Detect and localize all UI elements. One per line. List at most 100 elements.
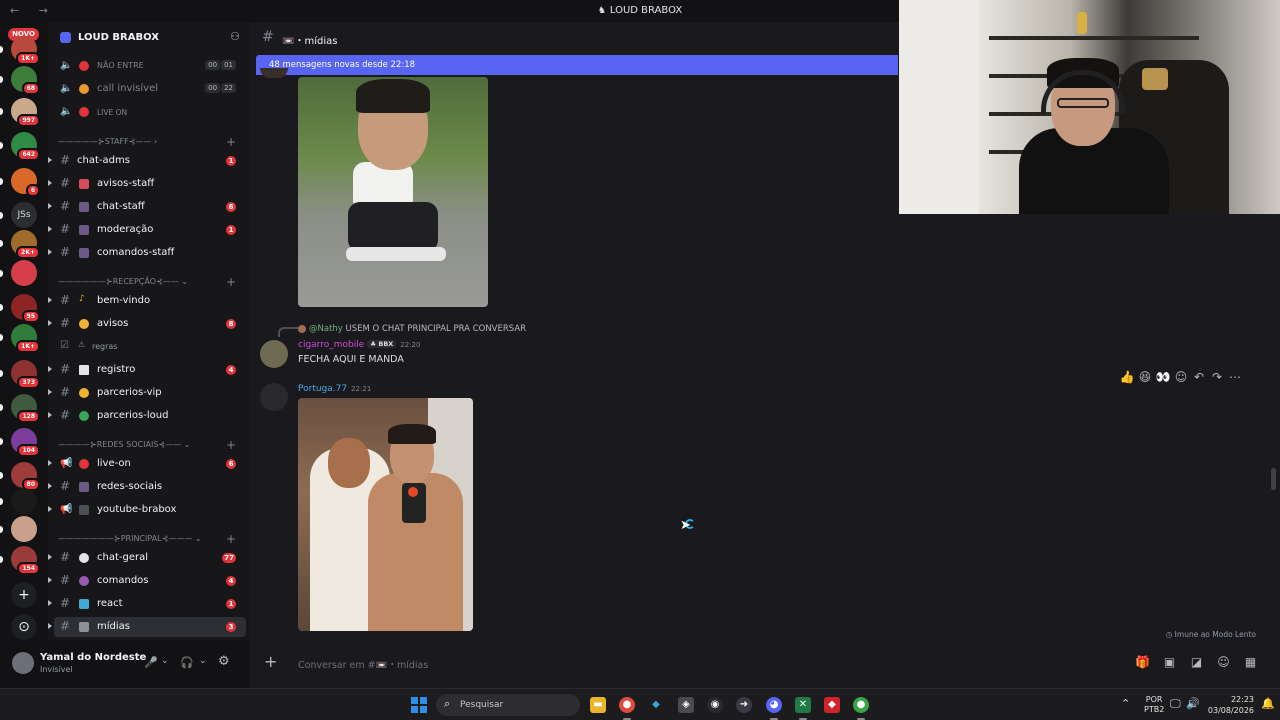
gif-icon[interactable]: ▣: [1156, 655, 1183, 669]
channel-comandos[interactable]: # comandos 4: [48, 571, 246, 591]
clock[interactable]: 22:23 03/08/2026: [1206, 694, 1254, 716]
notification-bell-icon[interactable]: 🔔: [1261, 697, 1275, 710]
apps-icon[interactable]: ▦: [1237, 655, 1264, 669]
voice-channel-call-invisivel[interactable]: 🔈 call invisível 00 22: [54, 79, 246, 99]
headphones-icon[interactable]: 🎧: [180, 656, 194, 669]
channel-regras[interactable]: ☑ ⚠ regras: [54, 337, 246, 357]
channel-comandos-staff[interactable]: # comandos-staff: [48, 243, 246, 263]
server-icon[interactable]: 128: [11, 394, 40, 423]
channel-live-on[interactable]: 📢 live-on 6: [48, 454, 246, 474]
add-channel-icon[interactable]: +: [226, 532, 236, 546]
avatar[interactable]: [260, 68, 288, 78]
gift-icon[interactable]: 🎁: [1129, 655, 1156, 669]
username[interactable]: Yamal do Nordeste: [40, 652, 146, 663]
add-channel-icon[interactable]: +: [226, 438, 236, 452]
server-icon[interactable]: 80: [11, 462, 40, 491]
add-channel-icon[interactable]: +: [226, 275, 236, 289]
attach-plus-icon[interactable]: +: [264, 652, 277, 671]
add-reaction-icon[interactable]: ☺: [1172, 370, 1190, 384]
channel-midias[interactable]: # mídias 3: [48, 617, 246, 637]
volume-icon[interactable]: 🔊: [1186, 697, 1200, 710]
microphone-icon[interactable]: 🎤: [144, 656, 158, 669]
channel-moderacao[interactable]: # moderação 1: [48, 220, 246, 240]
chevron-up-icon[interactable]: ⌃: [1121, 697, 1130, 710]
chevron-down-icon[interactable]: ⌄: [161, 656, 169, 666]
server-header[interactable]: LOUD BRABOX ⌄ ⚇: [48, 22, 250, 54]
taskbar-search[interactable]: ⌕ Pesquisar: [436, 694, 580, 716]
add-channel-icon[interactable]: +: [226, 135, 236, 149]
video-app-icon[interactable]: ◆: [824, 697, 840, 713]
channel-chat-staff[interactable]: # chat-staff 6: [48, 197, 246, 217]
emoji-icon[interactable]: ☺: [1210, 655, 1237, 669]
network-icon[interactable]: 🖵: [1170, 697, 1181, 711]
channel-parcerios-loud[interactable]: # parcerios-loud: [48, 406, 246, 426]
server-icon[interactable]: [11, 260, 37, 286]
server-icon[interactable]: 1K+: [11, 36, 40, 65]
channel-bem-vindo[interactable]: # ♪ bem-vindo: [48, 291, 246, 311]
obs-icon[interactable]: ◉: [707, 697, 723, 713]
reply-icon[interactable]: ↶: [1190, 370, 1208, 384]
terminal-icon[interactable]: ✕: [795, 697, 811, 720]
gear-icon[interactable]: ⚙: [218, 654, 230, 669]
voice-channel-live-on[interactable]: 🔈 LIVE ON: [54, 102, 246, 122]
laugh-icon[interactable]: 😆: [1136, 370, 1154, 384]
reply-preview[interactable]: @Nathy USEM O CHAT PRINCIPAL PRA CONVERS…: [298, 324, 526, 334]
file-explorer-icon[interactable]: ▬: [590, 697, 606, 713]
server-icon[interactable]: JSs: [11, 202, 37, 228]
category-redes-sociais[interactable]: ————⊱REDES SOCIAIS⊰—— ⌄ +: [58, 438, 246, 454]
chrome-icon[interactable]: ●: [619, 697, 635, 720]
avatar[interactable]: [260, 340, 288, 368]
category-recepcao[interactable]: ——————⊱RECEPÇÃO⊰—— ⌄ +: [58, 275, 246, 291]
server-icon[interactable]: 154: [11, 546, 40, 575]
channel-redes-sociais[interactable]: # redes-sociais: [48, 477, 246, 497]
channel-youtube-brabox[interactable]: 📢 youtube-brabox: [48, 500, 246, 520]
more-options-icon[interactable]: ⋯: [1226, 370, 1244, 384]
server-icon[interactable]: 104: [11, 428, 40, 457]
server-icon[interactable]: 1K+: [11, 324, 40, 353]
image-attachment[interactable]: [298, 398, 473, 631]
channel-parcerios-vip[interactable]: # parcerios-vip: [48, 383, 246, 403]
server-icon[interactable]: 6: [11, 168, 40, 197]
new-messages-banner[interactable]: 48 mensagens novas desde 22:18: [256, 55, 898, 75]
sticker-icon[interactable]: ◪: [1183, 655, 1210, 669]
channel-avisos-staff[interactable]: # avisos-staff: [48, 174, 246, 194]
server-icon[interactable]: 68: [11, 66, 40, 95]
server-icon[interactable]: 642: [11, 132, 40, 161]
image-attachment[interactable]: [298, 77, 488, 307]
channel-chat-adms[interactable]: # chat-adms 1: [48, 151, 246, 171]
discover-icon[interactable]: ⊙: [11, 614, 37, 640]
category-staff[interactable]: —————⊱STAFF⊰—— › +: [58, 135, 246, 151]
cube-app-icon[interactable]: ◈: [678, 697, 694, 713]
message-input[interactable]: Conversar em #📼・mídias: [298, 657, 428, 671]
add-server-icon[interactable]: +: [11, 582, 37, 608]
server-icon[interactable]: [11, 488, 37, 514]
language-indicator[interactable]: POR PTB2: [1144, 695, 1164, 715]
eyes-icon[interactable]: 👀: [1154, 370, 1172, 384]
channel-react[interactable]: # react 1: [48, 594, 246, 614]
channel-registro[interactable]: # registro 4: [48, 360, 246, 380]
server-icon[interactable]: 95: [11, 294, 40, 323]
server-icon[interactable]: 373: [11, 360, 40, 389]
windows-start-icon[interactable]: [411, 697, 427, 713]
hash-icon: #: [60, 222, 71, 236]
channel-chat-geral[interactable]: # chat-geral 77: [48, 548, 246, 568]
scrollbar[interactable]: [1271, 468, 1276, 490]
discord-icon[interactable]: ◕: [766, 697, 782, 720]
server-icon[interactable]: 2K+: [11, 230, 40, 259]
avatar[interactable]: [260, 383, 288, 411]
app-icon[interactable]: ◆: [648, 697, 664, 713]
server-icon[interactable]: [11, 516, 37, 542]
chevron-down-icon[interactable]: ⌄: [199, 656, 207, 666]
category-principal[interactable]: ———————⊱PRINCIPAL⊰——— ⌄ +: [58, 532, 246, 548]
channel-avisos[interactable]: # avisos 8: [48, 314, 246, 334]
chrome-profile-icon[interactable]: ●: [853, 697, 869, 720]
server-icon[interactable]: 997: [11, 98, 40, 127]
message-author[interactable]: cigarro_mobile ♣ BBX 22:20: [298, 340, 420, 350]
avatar[interactable]: [12, 652, 34, 674]
invite-people-icon[interactable]: ⚇: [230, 30, 240, 43]
voice-channel-nao-entre[interactable]: 🔈 NÃO ENTRE 00 01: [54, 56, 246, 76]
forward-icon[interactable]: ↷: [1208, 370, 1226, 384]
message-author[interactable]: Portuga.77 22:21: [298, 384, 371, 394]
media-app-icon[interactable]: ➜: [736, 697, 752, 713]
thumbs-up-icon[interactable]: 👍: [1118, 370, 1136, 384]
